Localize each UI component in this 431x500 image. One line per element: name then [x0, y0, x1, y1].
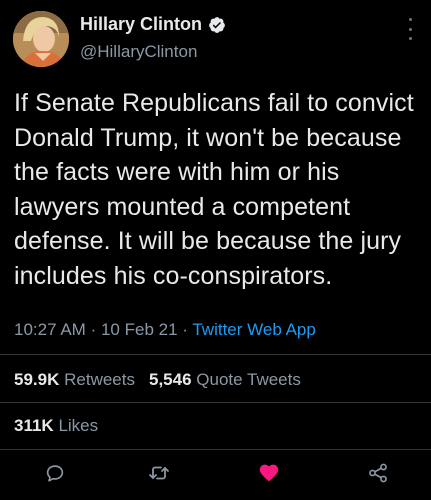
divider: [0, 402, 431, 403]
tweet-header: Hillary Clinton @HillaryClinton: [0, 0, 431, 80]
retweet-stats: 59.9K Retweets 5,546 Quote Tweets: [14, 370, 301, 390]
quotes-label: Quote Tweets: [196, 370, 301, 389]
reply-icon[interactable]: [42, 460, 68, 486]
more-options-icon[interactable]: [403, 18, 417, 40]
tweet-text: If Senate Republicans fail to convict Do…: [14, 89, 414, 290]
meta-separator: ·: [182, 320, 188, 339]
handle[interactable]: @HillaryClinton: [80, 42, 197, 62]
meta-separator: ·: [90, 320, 97, 339]
quotes-count: 5,546: [148, 370, 192, 389]
tweet-source[interactable]: Twitter Web App: [192, 320, 315, 339]
heart-icon[interactable]: [256, 460, 282, 486]
retweet-icon[interactable]: [146, 460, 172, 486]
retweets-label: Retweets: [64, 370, 135, 389]
name-row: Hillary Clinton: [80, 14, 226, 35]
tweet-meta: 10:27 AM · 10 Feb 21 · Twitter Web App: [14, 320, 316, 340]
tweet-time[interactable]: 10:27 AM: [14, 320, 86, 339]
likes-count: 311K: [14, 416, 54, 435]
likes-stats: 311K Likes: [14, 416, 98, 436]
action-bar: [0, 450, 431, 500]
tweet-date[interactable]: 10 Feb 21: [101, 320, 178, 339]
share-icon[interactable]: [365, 460, 391, 486]
likes-link[interactable]: 311K Likes: [14, 416, 98, 435]
display-name[interactable]: Hillary Clinton: [80, 14, 202, 35]
tweet-detail: Hillary Clinton @HillaryClinton If Senat…: [0, 0, 431, 500]
avatar-image: [13, 11, 69, 67]
retweets-count: 59.9K: [14, 370, 60, 389]
likes-label: Likes: [58, 416, 99, 435]
retweets-link[interactable]: 59.9K Retweets: [14, 370, 135, 389]
verified-badge-icon: [208, 16, 226, 34]
divider: [0, 354, 431, 355]
quote-tweets-link[interactable]: 5,546 Quote Tweets: [149, 370, 301, 389]
avatar[interactable]: [13, 11, 69, 67]
